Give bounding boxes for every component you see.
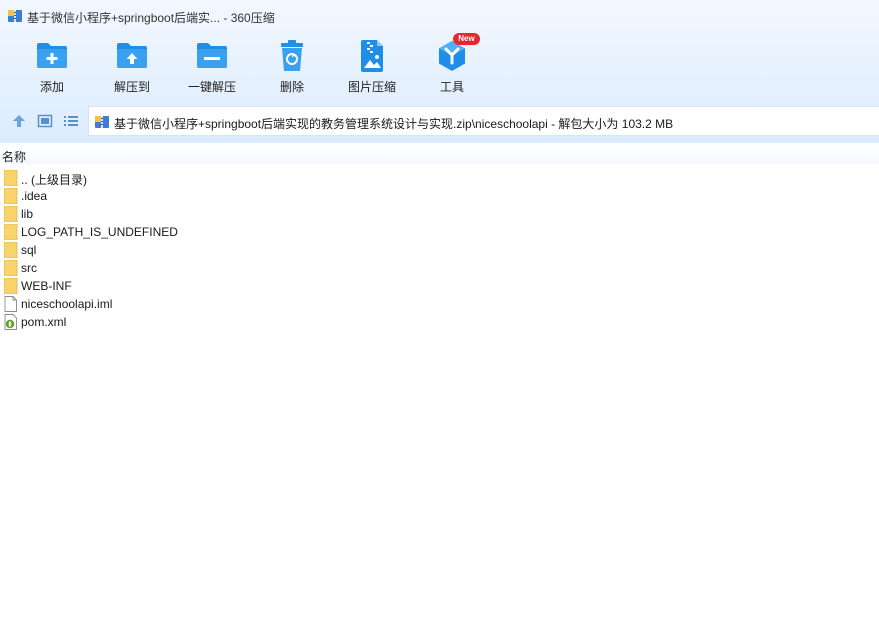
image-compress-button[interactable]: 图片压缩 xyxy=(332,36,412,98)
folder-icon xyxy=(4,224,18,240)
add-folder-icon xyxy=(37,43,67,68)
folder-icon xyxy=(4,242,18,258)
extract-to-button[interactable]: 解压到 xyxy=(92,36,172,98)
navigation-bar: 基于微信小程序+springboot后端实现的教务管理系统设计与实现.zip\n… xyxy=(0,106,879,137)
folder-icon xyxy=(4,260,18,276)
one-click-extract-icon xyxy=(197,43,227,68)
one-click-extract-button[interactable]: 一键解压 xyxy=(172,36,252,98)
list-item[interactable]: .idea xyxy=(0,187,879,205)
header-area: 基于微信小程序+springboot后端实... - 360压缩 添加 解压到 xyxy=(0,0,879,143)
thumbnail-view-icon[interactable] xyxy=(37,113,53,129)
delete-button[interactable]: 删除 xyxy=(252,36,332,98)
column-name-header[interactable]: 名称 xyxy=(2,148,26,165)
list-item[interactable]: WEB-INF xyxy=(0,277,879,295)
file-icon xyxy=(4,296,17,312)
add-button[interactable]: 添加 xyxy=(12,36,92,98)
list-item[interactable]: niceschoolapi.iml xyxy=(0,295,879,313)
list-item[interactable]: .. (上级目录) xyxy=(0,169,879,187)
list-item[interactable]: lib xyxy=(0,205,879,223)
recycle-bin-icon xyxy=(281,40,303,71)
image-compress-icon xyxy=(361,40,383,72)
column-header: 名称 xyxy=(0,146,879,164)
file-list: .. (上级目录) .idea lib LOG_PATH_IS_UNDEFINE… xyxy=(0,169,879,331)
app-window: 基于微信小程序+springboot后端实... - 360压缩 添加 解压到 xyxy=(0,0,879,633)
list-item[interactable]: sql xyxy=(0,241,879,259)
archive-icon xyxy=(95,116,109,128)
xml-file-icon xyxy=(4,314,17,330)
extract-to-icon xyxy=(117,43,147,68)
folder-icon xyxy=(4,170,18,186)
tools-button[interactable]: 工具 xyxy=(412,36,492,98)
title-bar: 基于微信小程序+springboot后端实... - 360压缩 xyxy=(0,0,879,32)
folder-icon xyxy=(4,278,18,294)
list-item[interactable]: pom.xml xyxy=(0,313,879,331)
archive-app-icon xyxy=(8,10,22,22)
list-item[interactable]: LOG_PATH_IS_UNDEFINED xyxy=(0,223,879,241)
address-bar[interactable]: 基于微信小程序+springboot后端实现的教务管理系统设计与实现.zip\n… xyxy=(88,106,879,136)
folder-icon xyxy=(4,206,18,222)
address-path: 基于微信小程序+springboot后端实现的教务管理系统设计与实现.zip\n… xyxy=(114,117,674,131)
list-view-icon[interactable] xyxy=(63,113,79,129)
main-toolbar: 添加 解压到 一键解压 删除 图片压缩 工具 New xyxy=(0,33,879,98)
new-badge: New xyxy=(453,33,480,45)
folder-icon xyxy=(4,188,18,204)
window-title: 基于微信小程序+springboot后端实... - 360压缩 xyxy=(27,11,275,25)
list-item[interactable]: src xyxy=(0,259,879,277)
up-arrow-icon[interactable] xyxy=(11,113,27,129)
